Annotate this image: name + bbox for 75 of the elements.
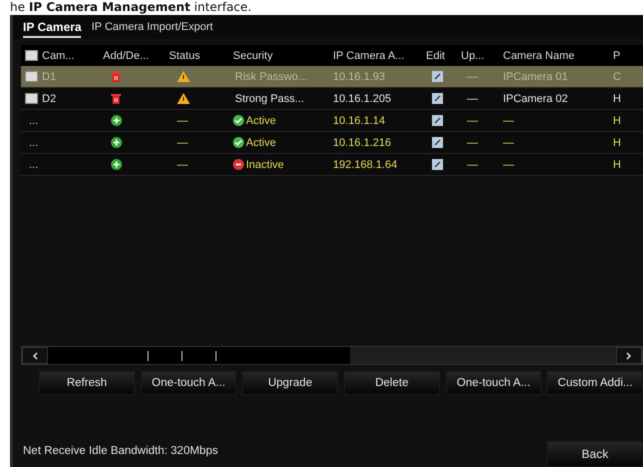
table-cell-text: — [176,136,189,148]
table-cell-text: — [466,158,479,170]
column-header: Status [168,50,202,62]
chevron-left-icon [32,352,38,360]
scroll-left-button[interactable] [22,347,48,364]
table-cell-text: H [612,158,622,170]
table-cell-text: 10.16.1.216 [332,136,392,148]
table-cell-text: H [612,114,622,126]
action-button[interactable]: One-touch A... [446,371,542,395]
action-button[interactable]: One-touch A... [140,371,236,395]
tab[interactable]: IP Camera Import/Export [91,21,213,37]
edit-icon[interactable] [432,115,443,126]
action-button[interactable]: Upgrade [242,371,338,395]
add-icon[interactable] [111,115,122,126]
table-row[interactable]: ... — Inactive 192.168.1.64 — — H [21,154,643,176]
action-button[interactable]: Refresh [39,371,135,395]
column-header: Add/De... [102,50,150,62]
chevron-right-icon [626,352,632,360]
add-icon[interactable] [111,137,122,148]
table-cell-text: 10.16.1.14 [332,114,386,126]
horizontal-scrollbar[interactable] [21,346,643,365]
table-cell-text: Strong Pass... [234,92,304,104]
table-cell-text: H [612,136,622,148]
scroll-right-button[interactable] [616,347,642,364]
table-cell-text: — [176,114,189,126]
table-cell-text: Active [245,114,276,126]
table-cell-text: IPCamera 01 [502,70,569,82]
table-cell-text: — [502,114,515,126]
add-icon[interactable] [111,159,122,170]
checkbox[interactable] [25,50,38,61]
table-cell-text: Inactive [245,158,284,170]
column-header: Camera Name [502,50,576,62]
edit-icon[interactable] [432,71,443,82]
column-header: Security [232,50,274,62]
table-cell-text: 10.16.1.93 [332,70,386,82]
edit-icon[interactable] [432,93,443,104]
table-row[interactable]: D2 Strong Pass... 10.16.1.205 — IPCamera 02 H [21,88,643,110]
checkbox[interactable] [25,93,38,104]
column-header: P [612,50,622,62]
bandwidth-status: Net Receive Idle Bandwidth: 320Mbps [23,445,218,457]
table-cell-text: C [612,70,622,82]
table-cell-text: D1 [41,70,56,82]
column-header: Cam... [41,50,74,62]
table-cell-text: ... [28,114,38,126]
table-cell-text: — [502,158,515,170]
scroll-thumb[interactable] [48,347,350,364]
table-cell-text: — [466,92,479,104]
table-row[interactable]: ... — Active 10.16.1.14 — — H [21,110,643,132]
table-cell-text: ... [28,158,38,170]
table-cell-text: — [466,114,479,126]
action-button[interactable]: Delete [344,371,440,395]
table-cell-text: 10.16.1.205 [332,92,392,104]
table-cell-text: — [466,136,479,148]
action-button[interactable]: Custom Addi... [547,371,643,395]
table-row[interactable]: ... — Active 10.16.1.216 — — H [21,132,643,154]
checkbox[interactable] [25,71,38,82]
tab[interactable]: IP Camera [23,20,82,38]
table-cell-text: — [502,136,515,148]
back-button[interactable]: Back [547,441,643,467]
edit-icon[interactable] [432,137,443,148]
table-cell-text: — [466,70,479,82]
table-cell-text: IPCamera 02 [502,92,569,104]
column-header: Up... [460,50,486,62]
table-cell-text: Active [245,136,276,148]
column-header: Edit [425,50,446,62]
table-cell-text: ... [28,136,38,148]
table-cell-text: — [176,158,189,170]
table-cell-text: D2 [41,92,56,104]
table-cell-text: H [612,92,622,104]
caption-text: he IP Camera Management interface. [9,0,252,15]
table-cell-text: Risk Passwo... [234,70,308,82]
trash-icon[interactable] [111,93,121,104]
edit-icon[interactable] [432,159,443,170]
column-header: IP Camera A... [332,50,406,62]
table-cell-text: 192.168.1.64 [332,158,398,170]
